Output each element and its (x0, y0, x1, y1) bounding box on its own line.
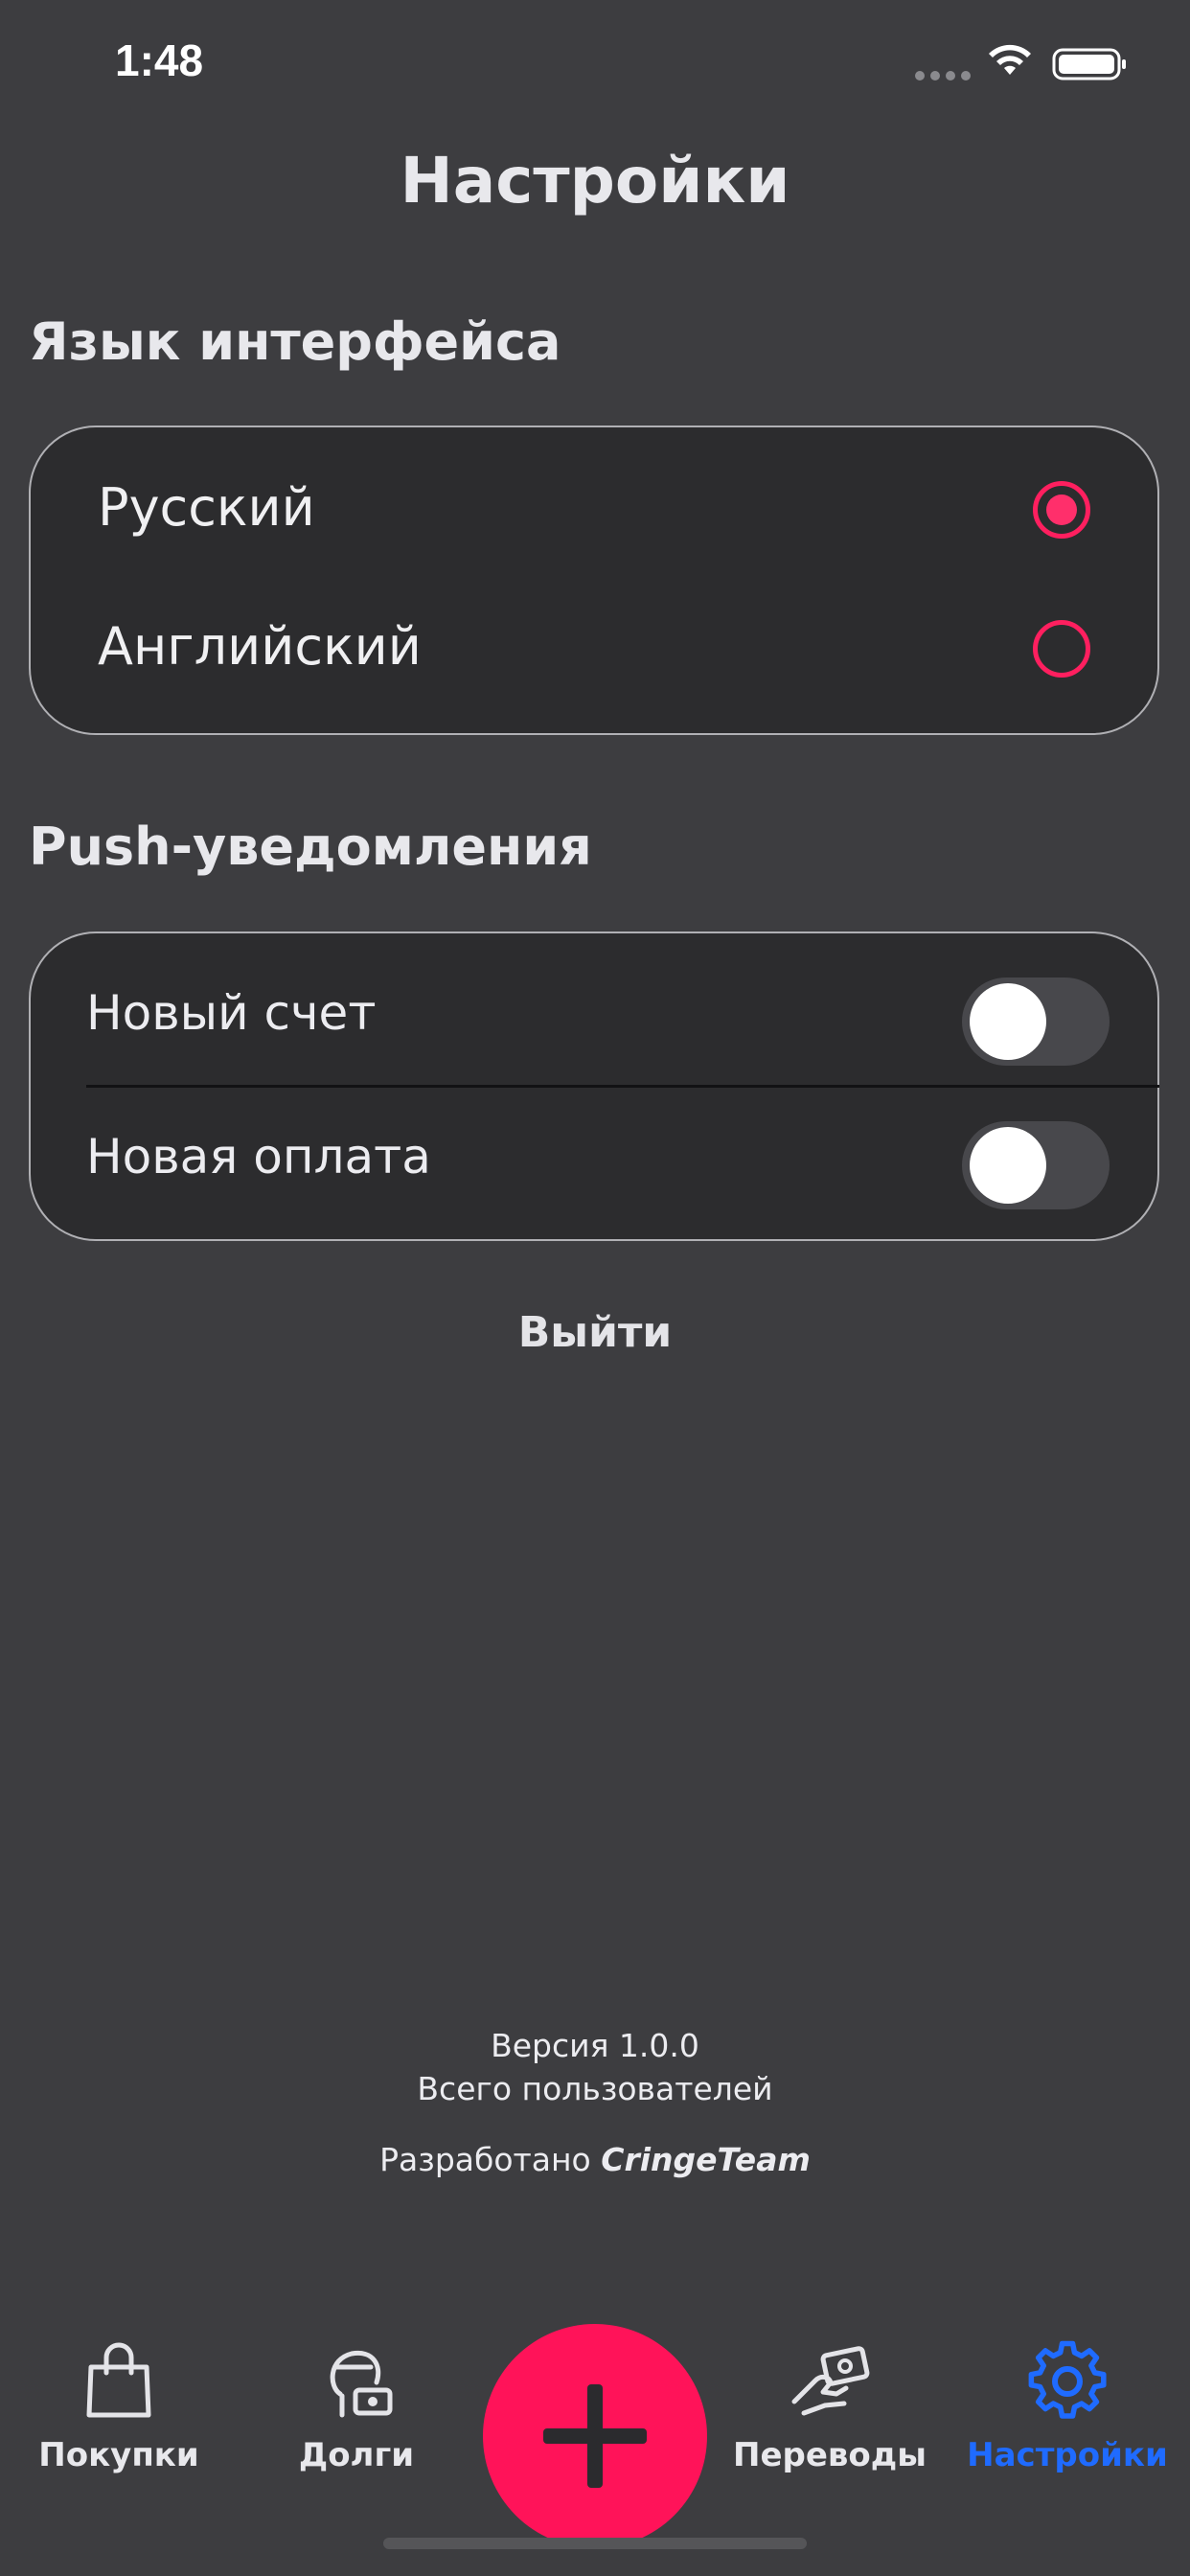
battery-icon (1052, 48, 1126, 80)
toggle-label: Новый счет (86, 985, 377, 1041)
language-option-russian[interactable]: Русский (0, 452, 1190, 567)
new-payment-toggle[interactable] (962, 1121, 1110, 1209)
developer-name: CringeTeam (601, 2141, 811, 2178)
radio-selected-icon[interactable] (1033, 481, 1090, 539)
developer-credit: Разработано CringeTeam (0, 2141, 1190, 2178)
tab-label: Покупки (38, 2436, 199, 2474)
toggle-label: Новая оплата (86, 1129, 431, 1184)
cellular-signal-icon (915, 71, 971, 80)
status-bar: 1:48 (0, 0, 1190, 134)
toggle-row-new-payment: Новая оплата (0, 1092, 1190, 1227)
shopping-bag-icon (86, 2342, 151, 2418)
home-indicator (383, 2538, 807, 2549)
tab-perevody[interactable]: Переводы (724, 2338, 935, 2474)
language-option-label: Английский (98, 616, 422, 677)
radio-unselected-icon[interactable] (1033, 620, 1090, 678)
toggle-row-new-bill: Новый счет (0, 949, 1190, 1083)
plus-icon (543, 2384, 647, 2488)
transfer-hand-icon (791, 2346, 870, 2416)
users-count-text: Всего пользователей (417, 2070, 773, 2107)
toggle-knob (970, 1127, 1046, 1204)
developer-credit-prefix: Разработано (379, 2141, 591, 2178)
version-text: Версия 1.0.0 (491, 2027, 699, 2064)
divider (86, 1085, 1159, 1088)
toggle-knob (970, 983, 1046, 1060)
tab-nastroiki[interactable]: Настройки (962, 2338, 1173, 2474)
wifi-icon (989, 44, 1031, 75)
tab-label: Настройки (967, 2436, 1168, 2474)
page-title: Настройки (400, 144, 790, 218)
status-time: 1:48 (115, 35, 204, 85)
debt-person-icon (330, 2350, 393, 2418)
language-section-title: Язык интерфейса (29, 311, 561, 372)
language-option-label: Русский (98, 477, 315, 538)
logout-button[interactable]: Выйти (0, 1308, 1190, 1357)
new-bill-toggle[interactable] (962, 978, 1110, 1066)
language-option-english[interactable]: Английский (0, 591, 1190, 706)
tab-dolgi[interactable]: Долги (251, 2338, 462, 2474)
add-button[interactable] (483, 2324, 707, 2548)
tab-label: Переводы (733, 2436, 927, 2474)
tab-label: Долги (298, 2436, 415, 2474)
gear-icon (1028, 2340, 1107, 2419)
tab-pokupki[interactable]: Покупки (13, 2338, 224, 2474)
push-section-title: Push-уведомления (29, 816, 592, 877)
